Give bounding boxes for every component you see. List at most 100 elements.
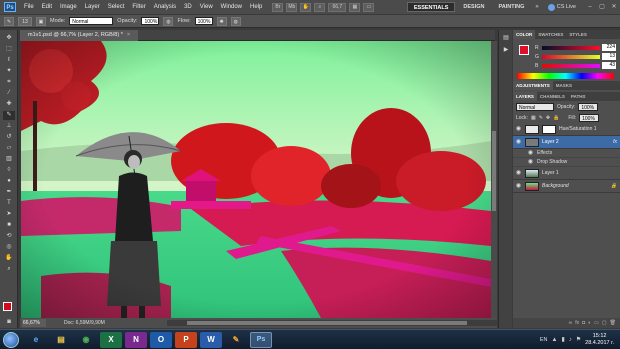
layer-effects-icon[interactable]: fx [613,139,617,145]
lasso-tool-icon[interactable]: ℓ [3,56,15,65]
menu-analysis[interactable]: Analysis [150,4,180,10]
visibility-eye-icon[interactable]: ◉ [527,159,534,166]
screen-mode-icon[interactable]: ▭ [363,2,375,12]
onenote-icon[interactable]: N [125,331,147,348]
tab-adjustments[interactable]: ADJUSTMENTS [513,81,553,90]
menu-filter[interactable]: Filter [128,4,149,10]
marquee-tool-icon[interactable]: ⬚ [3,45,15,54]
healing-brush-tool-icon[interactable]: ✚ [3,100,15,109]
outlook-icon[interactable]: O [150,331,172,348]
visibility-eye-icon[interactable]: ◉ [527,150,534,157]
layer-row-background[interactable]: ◉ Background 🔒 [513,180,620,193]
brush-tool-icon[interactable]: ✎ [3,111,15,120]
mode-select[interactable]: Normal [69,17,114,25]
layer-row-layer-1[interactable]: ◉ Layer 1 [513,167,620,180]
gradient-tool-icon[interactable]: ▥ [3,155,15,164]
3d-orbit-tool-icon[interactable]: ◎ [3,243,15,252]
internet-explorer-icon[interactable]: e [25,332,47,348]
tab-paths[interactable]: PATHS [568,92,589,101]
delete-layer-icon[interactable]: 🗑 [610,320,616,326]
move-tool-icon[interactable]: ✥ [3,34,15,43]
chrome-icon[interactable]: ◉ [75,332,97,348]
powerpoint-icon[interactable]: P [175,331,197,348]
foreground-color-swatch[interactable] [3,302,12,311]
document-size-info[interactable]: Doc: 6,59M/9,90M [64,320,105,326]
dodge-tool-icon[interactable]: ● [3,177,15,186]
pen-tool-icon[interactable]: ✒ [3,188,15,197]
fill-field[interactable]: 100% [579,113,600,122]
clone-stamp-tool-icon[interactable]: ⊥ [3,122,15,131]
color-spectrum-ramp[interactable] [517,73,614,79]
new-adjustment-layer-icon[interactable]: ◐ [588,320,591,326]
new-layer-icon[interactable]: ▢ [602,320,607,326]
minimize-icon[interactable]: – [584,2,596,12]
type-tool-icon[interactable]: T [3,199,15,208]
drop-shadow-effect-row[interactable]: ◉ Drop Shadow [513,158,620,167]
zoom-field[interactable]: 66,67% [22,319,46,327]
vertical-scrollbar[interactable] [491,41,497,318]
vertical-scroll-thumb[interactable] [492,131,496,211]
word-icon[interactable]: W [200,331,222,348]
tab-styles[interactable]: STYLES [566,30,590,39]
excel-icon[interactable]: X [100,331,122,348]
workspace-essentials[interactable]: ESSENTIALS [406,2,456,12]
green-slider[interactable] [542,54,600,59]
lock-all-icon[interactable]: 🔒 [553,115,559,121]
menu-view[interactable]: View [196,4,217,10]
horizontal-scroll-thumb[interactable] [187,321,467,325]
3d-rotate-tool-icon[interactable]: ⟲ [3,232,15,241]
menu-window[interactable]: Window [217,4,246,10]
show-hidden-icons-icon[interactable]: ▲ [551,337,557,343]
close-icon[interactable]: ✕ [608,2,620,12]
brush-size-picker[interactable]: 13 [18,16,32,26]
green-value-field[interactable]: 13 [602,53,616,60]
paint-icon[interactable]: ✎ [225,332,247,348]
eraser-tool-icon[interactable]: ▱ [3,144,15,153]
add-mask-icon[interactable]: ◘ [582,320,585,326]
bridge-icon[interactable]: Br [272,2,284,12]
crop-tool-icon[interactable]: ⌗ [3,78,15,87]
layer-row-layer-2[interactable]: ◉ Layer 2 fx [513,136,620,149]
red-value-field[interactable]: 224 [602,44,616,51]
menu-select[interactable]: Select [104,4,129,10]
layer-row-hue-saturation[interactable]: ◉ Hue/Saturation 1 [513,123,620,136]
pressure-opacity-icon[interactable]: ◍ [163,16,174,26]
path-selection-tool-icon[interactable]: ➤ [3,210,15,219]
file-explorer-icon[interactable]: ▤ [50,332,72,348]
opacity-field[interactable]: 100% [141,17,160,25]
menu-file[interactable]: File [20,4,38,10]
flag-icon[interactable]: ⚑ [576,336,581,343]
quick-selection-tool-icon[interactable]: ✦ [3,67,15,76]
lock-position-icon[interactable]: ✥ [546,115,550,121]
visibility-eye-icon[interactable]: ◉ [515,170,522,177]
pressure-size-icon[interactable]: ◍ [230,16,241,26]
tab-color[interactable]: COLOR [513,30,536,39]
history-brush-tool-icon[interactable]: ↺ [3,133,15,142]
eyedropper-tool-icon[interactable]: ⁄ [3,89,15,98]
blur-tool-icon[interactable]: ◊ [3,166,15,175]
tab-masks[interactable]: MASKS [553,81,575,90]
lock-transparent-icon[interactable]: ▦ [531,115,536,121]
document-canvas[interactable] [21,41,491,318]
close-document-icon[interactable]: × [127,32,130,38]
menu-edit[interactable]: Edit [38,4,56,10]
hand-icon[interactable]: ✋ [300,2,312,12]
zoom-icon[interactable]: ⌕ [314,2,326,12]
horizontal-scrollbar[interactable] [167,320,497,326]
zoom-tool-icon[interactable]: ⌕ [3,265,15,274]
menu-help[interactable]: Help [246,4,266,10]
layer-effects-row[interactable]: ◉ Effects [513,149,620,158]
link-layers-icon[interactable]: ∞ [569,320,573,326]
quick-mask-icon[interactable]: ◙ [3,318,15,327]
hand-tool-icon[interactable]: ✋ [3,254,15,263]
airbrush-icon[interactable]: ✺ [216,16,227,26]
menu-layer[interactable]: Layer [81,4,104,10]
language-indicator[interactable]: EN [540,337,548,343]
arrange-documents-icon[interactable]: ▦ [349,2,361,12]
zoom-level-display[interactable]: 66,7 [328,2,347,12]
flow-field[interactable]: 100% [194,17,213,25]
clock[interactable]: 15:12 28.4.2017 г. [585,333,614,347]
layer-opacity-field[interactable]: 100% [578,102,599,111]
workspace-design[interactable]: DESIGN [457,2,490,12]
actions-panel-icon[interactable]: ▶ [500,46,512,55]
